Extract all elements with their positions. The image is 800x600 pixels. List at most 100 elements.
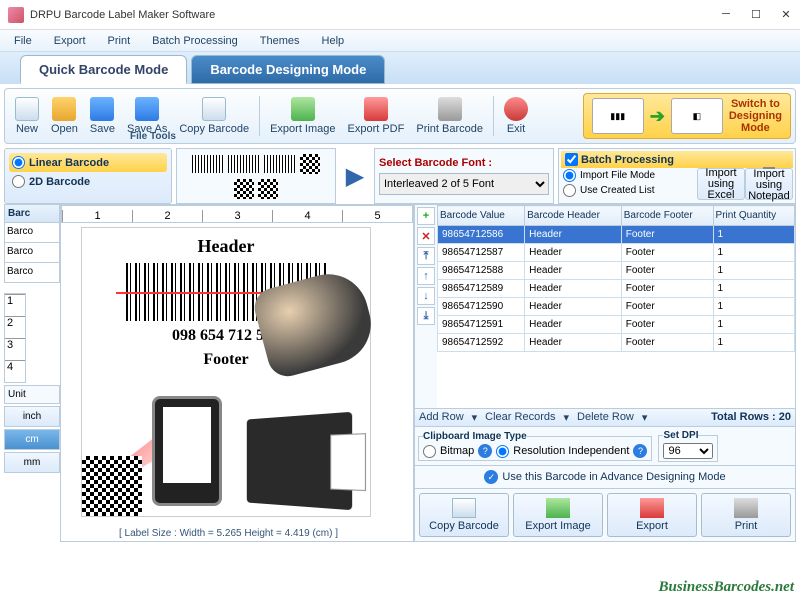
menu-themes[interactable]: Themes bbox=[250, 32, 310, 50]
barcode-preview: Header 098 654 712 586 Footer bbox=[81, 227, 371, 517]
preview-header: Header bbox=[82, 236, 370, 257]
linear-barcode-radio[interactable]: Linear Barcode bbox=[9, 153, 167, 172]
arrow-right-icon: ▶ bbox=[340, 148, 370, 204]
export-pdf-icon bbox=[364, 97, 388, 121]
table-row[interactable]: 98654712590HeaderFooter1 bbox=[438, 298, 795, 316]
table-row[interactable]: 98654712591HeaderFooter1 bbox=[438, 316, 795, 334]
resolution-radio[interactable] bbox=[496, 445, 509, 458]
toolbar-group-label: File Tools bbox=[130, 131, 176, 142]
copy-barcode-button[interactable]: Copy Barcode bbox=[173, 95, 255, 137]
unit-mm-button[interactable]: mm bbox=[4, 452, 60, 473]
print-action[interactable]: Print bbox=[701, 493, 791, 537]
left-row: Barco bbox=[4, 223, 60, 243]
tab-designing[interactable]: Barcode Designing Mode bbox=[191, 55, 385, 84]
minimize-button[interactable]: ─ bbox=[720, 8, 732, 21]
barcode-samples bbox=[176, 148, 336, 204]
arrow-icon: ➔ bbox=[650, 106, 665, 127]
add-row-icon[interactable]: + bbox=[417, 207, 435, 225]
printer-image bbox=[247, 412, 352, 510]
col-value[interactable]: Barcode Value bbox=[438, 206, 525, 226]
menu-help[interactable]: Help bbox=[312, 32, 355, 50]
advance-mode-checkbox[interactable]: ✓Use this Barcode in Advance Designing M… bbox=[484, 470, 725, 484]
print-barcode-button[interactable]: Print Barcode bbox=[410, 95, 489, 137]
bitmap-radio[interactable] bbox=[423, 445, 436, 458]
app-icon bbox=[8, 7, 24, 23]
check-icon: ✓ bbox=[484, 470, 498, 484]
font-select[interactable]: Interleaved 2 of 5 Font bbox=[379, 173, 549, 195]
help-icon[interactable]: ? bbox=[633, 444, 647, 458]
dpi-select[interactable]: 96 bbox=[663, 443, 713, 459]
print-icon bbox=[438, 97, 462, 121]
table-row[interactable]: 98654712587HeaderFooter1 bbox=[438, 244, 795, 262]
horizontal-ruler: 12345 bbox=[61, 205, 413, 223]
exit-icon bbox=[504, 97, 528, 121]
menu-file[interactable]: File bbox=[4, 32, 42, 50]
col-footer[interactable]: Barcode Footer bbox=[621, 206, 713, 226]
delete-row-icon[interactable]: ✕ bbox=[417, 227, 435, 245]
batch-checkbox[interactable] bbox=[565, 153, 578, 166]
menu-batch[interactable]: Batch Processing bbox=[142, 32, 248, 50]
import-excel-button[interactable]: Import using Excel bbox=[697, 168, 745, 200]
copy-icon bbox=[202, 97, 226, 121]
move-bottom-icon[interactable]: ⤓ bbox=[417, 307, 435, 325]
clear-records-link[interactable]: Clear Records bbox=[485, 411, 555, 424]
table-controls: + ✕ ⤒ ↑ ↓ ⤓ bbox=[415, 205, 437, 408]
font-selector-box: Select Barcode Font : Interleaved 2 of 5… bbox=[374, 148, 554, 204]
exit-button[interactable]: Exit bbox=[498, 95, 534, 137]
copy-barcode-action[interactable]: Copy Barcode bbox=[419, 493, 509, 537]
table-row[interactable]: 98654712592HeaderFooter1 bbox=[438, 334, 795, 352]
export-pdf-button[interactable]: Export PDF bbox=[342, 95, 411, 137]
image-icon bbox=[546, 498, 570, 518]
2d-barcode-radio[interactable]: 2D Barcode bbox=[9, 172, 167, 191]
vertical-ruler: 1234 bbox=[4, 293, 26, 383]
menu-export[interactable]: Export bbox=[44, 32, 96, 50]
new-button[interactable]: New bbox=[9, 95, 45, 137]
table-row[interactable]: 98654712588HeaderFooter1 bbox=[438, 262, 795, 280]
move-down-icon[interactable]: ↓ bbox=[417, 287, 435, 305]
col-header[interactable]: Barcode Header bbox=[525, 206, 622, 226]
unit-cm-button[interactable]: cm bbox=[4, 429, 60, 450]
import-notepad-button[interactable]: Import using Notepad bbox=[745, 168, 793, 200]
mode-tabs: Quick Barcode Mode Barcode Designing Mod… bbox=[0, 52, 800, 84]
data-table[interactable]: Barcode Value Barcode Header Barcode Foo… bbox=[437, 205, 795, 408]
window-title: DRPU Barcode Label Maker Software bbox=[30, 9, 720, 21]
import-file-mode-radio[interactable]: Import File Mode bbox=[561, 168, 697, 183]
copy-icon bbox=[452, 498, 476, 518]
export-image-button[interactable]: Export Image bbox=[264, 95, 341, 137]
new-icon bbox=[15, 97, 39, 121]
delete-row-link[interactable]: Delete Row bbox=[577, 411, 634, 424]
use-created-list-radio[interactable]: Use Created List bbox=[561, 183, 697, 198]
design-sample-icon: ◧ bbox=[671, 98, 723, 134]
separator bbox=[259, 96, 260, 136]
move-top-icon[interactable]: ⤒ bbox=[417, 247, 435, 265]
export-image-action[interactable]: Export Image bbox=[513, 493, 603, 537]
toolbar: New Open Save Save As Copy Barcode Expor… bbox=[4, 88, 796, 144]
data-panel: + ✕ ⤒ ↑ ↓ ⤓ Barcode Value Barcode Header… bbox=[414, 204, 796, 542]
table-row[interactable]: 98654712589HeaderFooter1 bbox=[438, 280, 795, 298]
save-button[interactable]: Save bbox=[84, 95, 121, 137]
open-button[interactable]: Open bbox=[45, 95, 84, 137]
help-icon[interactable]: ? bbox=[478, 444, 492, 458]
col-qty[interactable]: Print Quantity bbox=[713, 206, 794, 226]
export-pdf-action[interactable]: Export bbox=[607, 493, 697, 537]
left-header: Barc bbox=[4, 204, 60, 223]
switch-mode-button[interactable]: ▮▮▮ ➔ ◧ Switch toDesigningMode bbox=[583, 93, 791, 139]
sample-2d-icon bbox=[300, 154, 320, 174]
sample-2d-icon bbox=[234, 179, 254, 199]
maximize-button[interactable]: ☐ bbox=[750, 8, 762, 21]
canvas-area: 12345 Header 098 654 712 586 Footer [ La… bbox=[60, 204, 414, 542]
table-row[interactable]: 98654712586HeaderFooter1 bbox=[438, 226, 795, 244]
left-panel: Barc Barco Barco Barco 1234 Unit inch cm… bbox=[4, 204, 60, 542]
barcode-type-box: Linear Barcode 2D Barcode bbox=[4, 148, 172, 204]
sample-2d-icon bbox=[258, 179, 278, 199]
menubar: File Export Print Batch Processing Theme… bbox=[0, 30, 800, 52]
tab-quick-barcode[interactable]: Quick Barcode Mode bbox=[20, 55, 187, 84]
unit-inch-button[interactable]: inch bbox=[4, 406, 60, 427]
move-up-icon[interactable]: ↑ bbox=[417, 267, 435, 285]
close-button[interactable]: ✕ bbox=[780, 8, 792, 21]
save-icon bbox=[90, 97, 114, 121]
left-row: Barco bbox=[4, 263, 60, 283]
add-row-link[interactable]: Add Row bbox=[419, 411, 464, 424]
menu-print[interactable]: Print bbox=[98, 32, 141, 50]
action-buttons: Copy Barcode Export Image Export Print bbox=[415, 488, 795, 541]
